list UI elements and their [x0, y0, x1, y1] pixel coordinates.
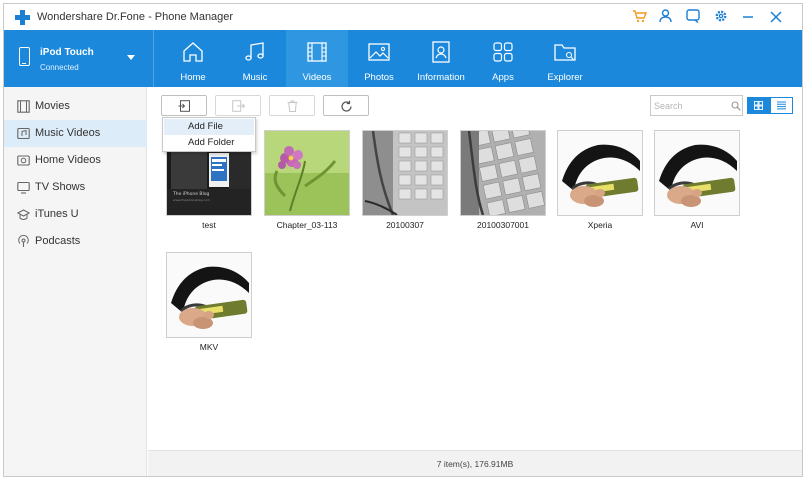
tab-photos[interactable]: Photos [348, 30, 410, 87]
tab-explorer[interactable]: Explorer [534, 30, 596, 87]
svg-text:www.theiphoneblog.com: www.theiphoneblog.com [173, 198, 210, 202]
export-icon [232, 100, 245, 112]
tab-information[interactable]: Information [410, 30, 472, 87]
folder-icon [554, 44, 576, 61]
photo-icon [368, 43, 390, 61]
sidebar-item-movies[interactable]: Movies [4, 93, 147, 120]
music-icon [245, 42, 264, 61]
sidebar-item-label: TV Shows [35, 181, 86, 193]
video-item[interactable]: Xperia [557, 130, 643, 240]
list-view-button[interactable] [770, 97, 793, 114]
sidebar-item-label: Home Videos [35, 154, 101, 166]
app-title: Wondershare Dr.Fone - Phone Manager [37, 11, 234, 23]
sidebar-item-home-videos[interactable]: Home Videos [4, 147, 147, 174]
video-name: Chapter_03-113 [276, 220, 338, 230]
video-item[interactable]: 20100307 [362, 130, 448, 240]
graduation-cap-icon [17, 209, 30, 221]
video-thumbnail[interactable] [654, 130, 740, 216]
tab-label: Apps [492, 72, 514, 83]
tab-label: Explorer [547, 72, 583, 83]
tab-label: Information [417, 72, 465, 83]
status-text: 7 item(s), 176.91MB [436, 459, 514, 469]
video-icon [307, 42, 327, 62]
drfone-logo-icon [15, 10, 30, 25]
search-icon[interactable] [731, 101, 741, 111]
search-input[interactable] [654, 98, 724, 113]
top-navigation: iPod Touch Connected Home Music Videos P… [4, 30, 802, 87]
search-box [650, 95, 743, 116]
add-button[interactable] [161, 95, 207, 116]
trash-icon [287, 100, 298, 112]
video-name: test [202, 220, 216, 230]
delete-button[interactable] [269, 95, 315, 116]
sidebar-item-label: iTunes U [35, 208, 79, 220]
video-thumbnail[interactable] [557, 130, 643, 216]
video-name: MKV [199, 342, 219, 352]
list-icon [777, 101, 786, 110]
chevron-down-icon[interactable] [127, 55, 135, 60]
sidebar: Movies Music Videos Home Videos TV Shows… [4, 87, 147, 476]
tab-home[interactable]: Home [162, 30, 224, 87]
video-item[interactable]: AVI [654, 130, 740, 240]
sidebar-item-label: Music Videos [35, 127, 101, 139]
video-thumbnail[interactable] [460, 130, 546, 216]
contacts-icon [432, 41, 450, 63]
video-name: Xperia [587, 220, 613, 230]
video-thumbnail[interactable] [362, 130, 448, 216]
tab-label: Music [242, 72, 268, 83]
home-video-icon [17, 155, 30, 166]
tab-videos[interactable]: Videos [286, 30, 348, 87]
refresh-icon [341, 100, 352, 112]
svg-text:The iPhone Blog: The iPhone Blog [172, 191, 210, 197]
add-file-menu-item[interactable]: Add File [164, 119, 254, 135]
tv-icon [17, 181, 30, 194]
video-item[interactable]: Chapter_03-113 [264, 130, 350, 240]
add-folder-menu-item[interactable]: Add Folder [164, 135, 254, 151]
tab-music[interactable]: Music [224, 30, 286, 87]
feedback-icon[interactable] [684, 9, 702, 27]
tab-apps[interactable]: Apps [472, 30, 534, 87]
grid-icon [754, 101, 763, 110]
sidebar-item-label: Movies [35, 100, 70, 112]
device-name: iPod Touch [40, 47, 94, 58]
settings-icon[interactable] [712, 9, 730, 27]
refresh-button[interactable] [323, 95, 369, 116]
podcast-icon [18, 235, 29, 247]
video-item[interactable]: 20100307001 [460, 130, 546, 240]
video-item[interactable]: MKV [166, 252, 252, 362]
tab-label: Home [180, 72, 206, 83]
music-video-icon [17, 127, 30, 140]
minimize-icon[interactable] [739, 9, 757, 27]
device-selector[interactable]: iPod Touch Connected [4, 30, 154, 87]
tab-label: Photos [364, 72, 394, 83]
device-icon [19, 47, 30, 66]
close-icon[interactable] [767, 9, 785, 27]
video-thumbnail[interactable] [166, 252, 252, 338]
device-status: Connected [40, 63, 79, 72]
sidebar-item-itunes-u[interactable]: iTunes U [4, 201, 147, 228]
tab-label: Videos [302, 72, 332, 83]
grid-view-button[interactable] [747, 97, 770, 114]
import-icon [178, 100, 190, 112]
cart-icon[interactable] [630, 9, 648, 27]
home-icon [183, 42, 203, 62]
user-icon[interactable] [656, 9, 674, 27]
status-bar: 7 item(s), 176.91MB [148, 450, 802, 476]
title-bar: Wondershare Dr.Fone - Phone Manager [4, 4, 802, 30]
sidebar-item-tv-shows[interactable]: TV Shows [4, 174, 147, 201]
add-menu: Add File Add Folder [162, 117, 256, 152]
video-name: 20100307001 [476, 220, 529, 230]
movie-icon [17, 100, 30, 113]
video-name: AVI [690, 220, 704, 230]
export-button[interactable] [215, 95, 261, 116]
apps-icon [493, 42, 513, 62]
sidebar-item-music-videos[interactable]: Music Videos [4, 120, 147, 147]
app-window: Wondershare Dr.Fone - Phone Manager iPod… [3, 3, 803, 477]
sidebar-item-podcasts[interactable]: Podcasts [4, 228, 147, 255]
video-thumbnail[interactable] [264, 130, 350, 216]
sidebar-item-label: Podcasts [35, 235, 81, 247]
video-name: 20100307 [386, 220, 424, 230]
